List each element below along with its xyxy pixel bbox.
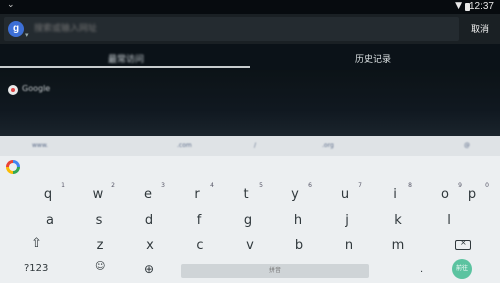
- enter-key[interactable]: 前往: [452, 259, 472, 279]
- key-label: i: [393, 187, 397, 202]
- key-e[interactable]: e3: [124, 182, 172, 210]
- space-key[interactable]: 拼音: [181, 264, 369, 278]
- suggestion-item[interactable]: www.: [32, 142, 48, 149]
- key-label: r: [194, 187, 200, 202]
- key-k[interactable]: k: [374, 210, 422, 236]
- key-label: y: [291, 187, 299, 202]
- key-c[interactable]: c: [176, 235, 224, 261]
- key-u[interactable]: u7: [321, 182, 369, 210]
- tab-history[interactable]: 历史记录: [355, 52, 391, 65]
- emoji-key[interactable]: ☺: [95, 261, 105, 272]
- globe-icon[interactable]: ⊕: [144, 262, 154, 276]
- key-label: t: [243, 187, 249, 202]
- key-x[interactable]: x: [126, 235, 174, 261]
- suggestion-item[interactable]: .com: [177, 142, 192, 149]
- key-a[interactable]: a: [26, 210, 74, 236]
- search-engine-icon[interactable]: g: [8, 21, 24, 37]
- google-icon[interactable]: [6, 160, 20, 174]
- frequent-sites-list: Google: [0, 70, 500, 136]
- key-hint: 3: [161, 182, 165, 189]
- key-p[interactable]: p0: [448, 182, 496, 210]
- key-y[interactable]: y6: [271, 182, 319, 210]
- backspace-key[interactable]: [455, 238, 471, 250]
- key-n[interactable]: n: [325, 235, 373, 261]
- key-hint: 0: [485, 182, 489, 189]
- site-label: Google: [22, 84, 51, 93]
- key-hint: 5: [259, 182, 263, 189]
- key-j[interactable]: j: [323, 210, 371, 236]
- key-hint: 2: [111, 182, 115, 189]
- key-hint: 4: [210, 182, 214, 189]
- key-t[interactable]: t5: [222, 182, 270, 210]
- key-r[interactable]: r4: [173, 182, 221, 210]
- soft-keyboard: www. .com / .org @ q1 w2 e3 r4 t5 y6 u7 …: [0, 136, 500, 283]
- key-f[interactable]: f: [175, 210, 223, 236]
- key-i[interactable]: i8: [371, 182, 419, 210]
- key-label: e: [144, 187, 152, 202]
- search-box[interactable]: g ▾: [4, 17, 459, 41]
- key-q[interactable]: q1: [24, 182, 72, 210]
- suggestion-bar: www. .com / .org @: [0, 136, 500, 156]
- key-label: p: [467, 187, 477, 202]
- tab-bar: 最常访问 历史记录: [0, 44, 500, 70]
- search-input[interactable]: [34, 23, 434, 35]
- suggestion-item[interactable]: /: [254, 142, 256, 149]
- google-favicon-icon: [8, 85, 18, 95]
- key-l[interactable]: l: [425, 210, 473, 236]
- key-hint: 8: [408, 182, 412, 189]
- key-v[interactable]: v: [226, 235, 274, 261]
- key-hint: 6: [308, 182, 312, 189]
- suggestion-item[interactable]: .org: [322, 142, 334, 149]
- status-time: 12:37: [468, 1, 494, 12]
- tab-frequent[interactable]: 最常访问: [108, 52, 144, 65]
- key-g[interactable]: g: [224, 210, 272, 236]
- key-b[interactable]: b: [275, 235, 323, 261]
- status-bar: ⌄ ▼ 12:37: [0, 0, 500, 14]
- tab-indicator: [0, 66, 250, 68]
- key-label: u: [340, 187, 350, 202]
- period-key[interactable]: .: [420, 264, 423, 275]
- shift-key[interactable]: ⇧: [31, 236, 42, 251]
- suggestion-item[interactable]: @: [464, 142, 470, 149]
- key-m[interactable]: m: [374, 235, 422, 261]
- key-label: q: [43, 187, 53, 202]
- key-label: w: [92, 187, 104, 202]
- key-z[interactable]: z: [76, 235, 124, 261]
- dropdown-caret-icon[interactable]: ▾: [25, 31, 29, 39]
- chevron-down-icon: ⌄: [7, 0, 15, 10]
- key-hint: 1: [61, 182, 65, 189]
- key-d[interactable]: d: [125, 210, 173, 236]
- key-s[interactable]: s: [75, 210, 123, 236]
- symbols-key[interactable]: ?123: [24, 263, 48, 274]
- key-hint: 7: [358, 182, 362, 189]
- key-h[interactable]: h: [274, 210, 322, 236]
- key-w[interactable]: w2: [74, 182, 122, 210]
- wifi-icon: ▼: [455, 1, 462, 11]
- cancel-button[interactable]: 取消: [471, 22, 489, 35]
- search-row: g ▾ 取消: [0, 14, 500, 44]
